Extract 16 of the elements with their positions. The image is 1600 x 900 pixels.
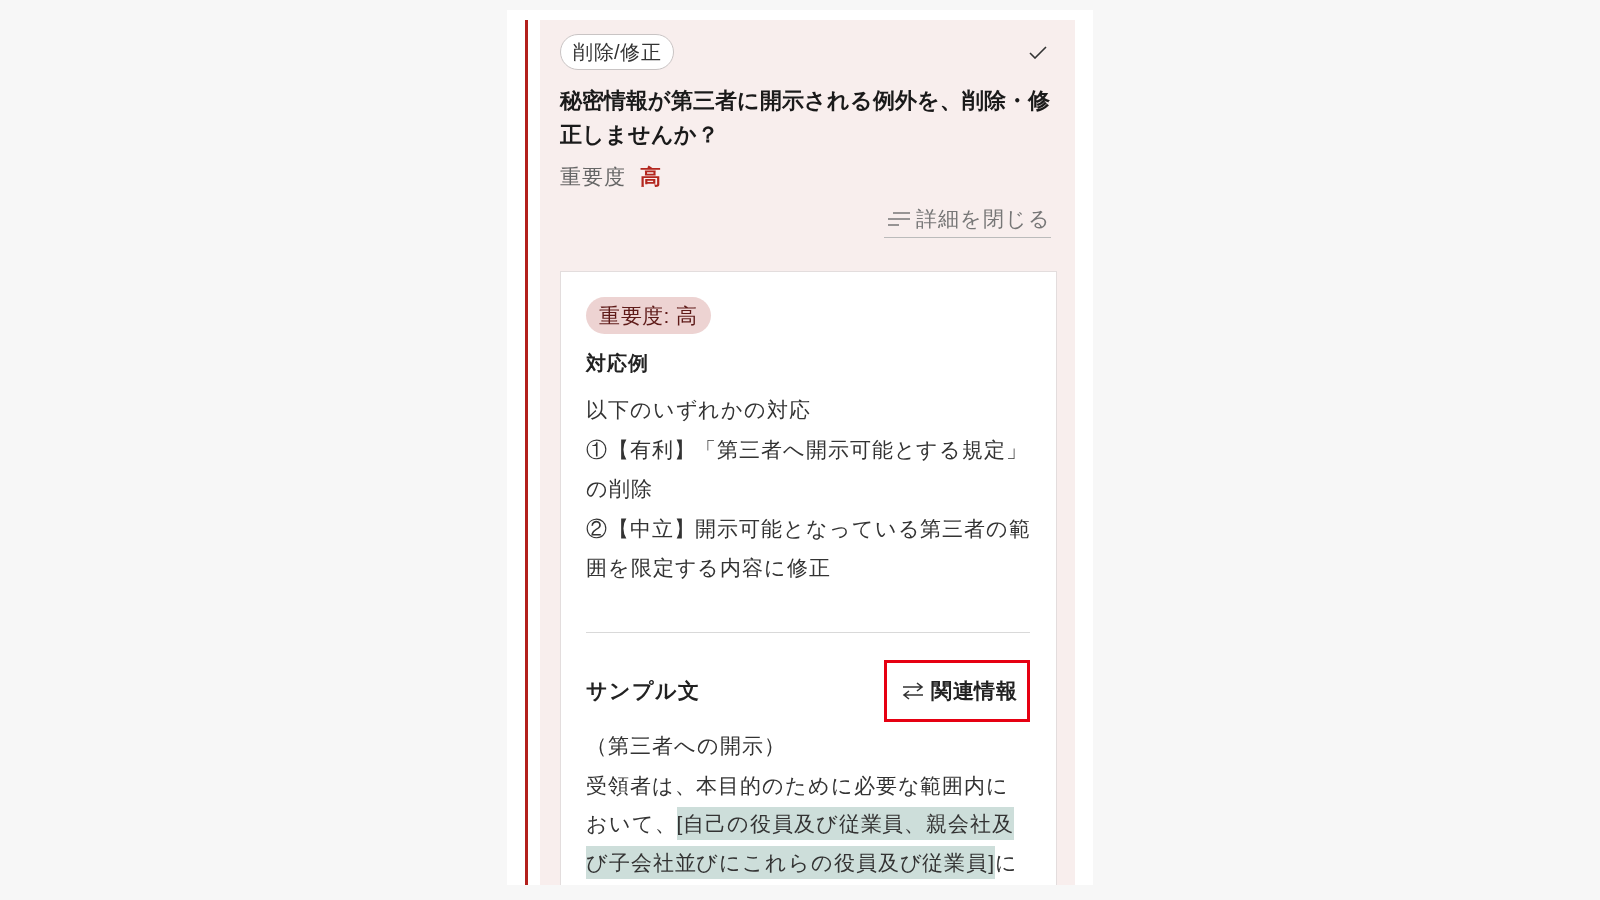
response-text: 以下のいずれかの対応 [586, 397, 812, 423]
check-icon [1029, 45, 1047, 59]
sample-heading: サンプル文 [586, 677, 700, 704]
swap-arrows-icon [902, 681, 924, 700]
suggestion-title: 秘密情報が第三者に開示される例外を、削除・修正しませんか？ [560, 87, 1051, 149]
response-heading: 対応例 [586, 351, 650, 376]
lines-icon [888, 212, 910, 226]
importance-badge: 重要度: 高 [586, 297, 711, 334]
importance-value: 高 [640, 164, 662, 190]
clause-title: （第三者への開示） [586, 732, 787, 759]
category-tag: 削除/修正 [560, 34, 675, 70]
importance-label: 重要度 [560, 164, 626, 190]
close-details-link[interactable]: 詳細を閉じる [884, 204, 1051, 238]
response-text: ①【有利】「第三者へ開示可能とする規定」の削除 [586, 436, 1029, 502]
related-info-button[interactable]: 関連情報 [887, 662, 1027, 719]
response-text: ②【中立】開示可能となっている第三者の範囲を限定する内容に修正 [586, 515, 1032, 581]
